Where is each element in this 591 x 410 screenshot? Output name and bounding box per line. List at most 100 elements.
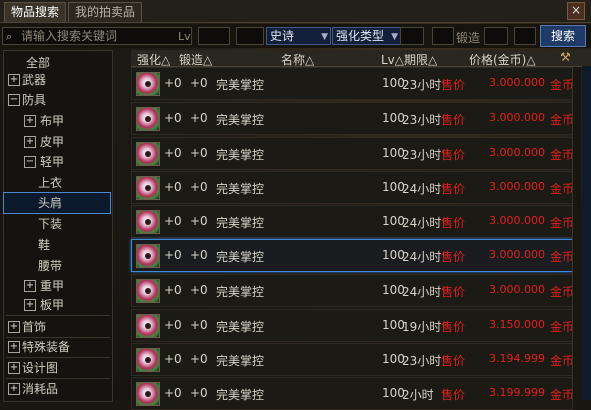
search-bar: ⌕ 请输入搜索关键词 Lv 史诗 ▼ 强化类型 ▼ 锻造 搜索 bbox=[0, 24, 591, 48]
search-placeholder: 请输入搜索关键词 bbox=[21, 29, 118, 43]
category-label: 板甲 bbox=[40, 298, 65, 312]
enhance-min-input[interactable] bbox=[400, 27, 424, 45]
price-label: 售价 bbox=[441, 78, 466, 92]
expand-icon[interactable]: + bbox=[24, 280, 36, 292]
item-name: 完美掌控 bbox=[216, 320, 265, 334]
expand-icon[interactable]: + bbox=[8, 74, 20, 86]
item-shoulder-icon bbox=[136, 348, 160, 372]
search-button[interactable]: 搜索 bbox=[540, 25, 586, 47]
category-light-armor[interactable]: − 轻甲 bbox=[4, 152, 110, 172]
expand-icon[interactable]: + bbox=[24, 115, 36, 127]
table-row[interactable]: +0 +0 完美掌控 100 23小时 售价 3.000.000 金币 bbox=[131, 137, 574, 170]
tab-bar: 物品搜索 我的拍卖品 × bbox=[0, 0, 591, 23]
expand-icon[interactable]: + bbox=[8, 362, 20, 374]
item-name: 完美掌控 bbox=[216, 388, 265, 402]
table-row[interactable]: +0 +0 完美掌控 100 19小时 售价 3.150.000 金币 bbox=[131, 309, 575, 342]
category-special[interactable]: + 特殊装备 bbox=[4, 337, 110, 357]
enhance-max-input[interactable] bbox=[432, 27, 454, 45]
category-leather[interactable]: + 皮甲 bbox=[4, 132, 110, 152]
category-label: 皮甲 bbox=[40, 135, 65, 149]
category-label: 鞋 bbox=[38, 238, 51, 252]
forge-label: 锻造 bbox=[456, 31, 481, 45]
time-remaining: 24小时 bbox=[402, 250, 442, 264]
expand-icon[interactable]: + bbox=[8, 341, 20, 353]
price-value: 3.000.000 bbox=[489, 248, 545, 261]
item-name: 完美掌控 bbox=[216, 148, 265, 162]
category-label: 轻甲 bbox=[40, 155, 65, 169]
forge-value: +0 bbox=[190, 386, 208, 400]
sort-forge-header[interactable]: 锻造△ bbox=[179, 51, 212, 68]
table-row[interactable]: +0 +0 完美掌控 100 23小时 售价 3.194.999 金币 bbox=[131, 343, 574, 376]
rarity-value: 史诗 bbox=[270, 29, 295, 43]
sort-enhance-header[interactable]: 强化△ bbox=[137, 51, 170, 68]
category-heavy-armor[interactable]: + 重甲 bbox=[4, 276, 110, 296]
item-shoulder-icon bbox=[136, 142, 160, 166]
item-shoulder-icon bbox=[136, 279, 160, 303]
price-value: 3.199.999 bbox=[489, 386, 545, 399]
enhance-value: +0 bbox=[164, 146, 182, 160]
sort-name-header[interactable]: 名称△ bbox=[281, 51, 314, 68]
collapse-icon[interactable]: − bbox=[24, 156, 36, 168]
price-value: 3.000.000 bbox=[489, 283, 545, 296]
forge-max-input[interactable] bbox=[514, 27, 536, 45]
category-label: 首饰 bbox=[22, 320, 47, 334]
expand-icon[interactable]: + bbox=[8, 321, 20, 333]
category-shoes[interactable]: 鞋 bbox=[4, 235, 110, 255]
table-row[interactable]: +0 +0 完美掌控 100 24小时 售价 3.000.000 金币 bbox=[131, 274, 575, 307]
forge-value: +0 bbox=[190, 283, 208, 297]
table-row[interactable]: +0 +0 完美掌控 100 24小时 售价 3.000.000 金币 bbox=[131, 171, 574, 204]
search-input[interactable]: ⌕ 请输入搜索关键词 bbox=[2, 27, 192, 45]
collapse-icon[interactable]: − bbox=[8, 94, 20, 106]
results-table-header: 强化△ 锻造△ 名称△ Lv△期限△ 价格(金币)△ ⚒ bbox=[131, 50, 591, 67]
forge-value: +0 bbox=[190, 318, 208, 332]
category-plate[interactable]: + 板甲 bbox=[4, 295, 110, 315]
category-pants[interactable]: 下装 bbox=[4, 214, 110, 234]
enhance-value: +0 bbox=[164, 214, 182, 228]
forge-min-input[interactable] bbox=[484, 27, 508, 45]
rarity-select[interactable]: 史诗 ▼ bbox=[266, 27, 331, 45]
table-row[interactable]: +0 +0 完美掌控 100 2小时 售价 3.199.999 金币 bbox=[131, 377, 574, 410]
category-cloth[interactable]: + 布甲 bbox=[4, 111, 110, 131]
category-shoulder-selected[interactable]: 头肩 bbox=[3, 192, 111, 214]
category-consumable[interactable]: + 消耗品 bbox=[4, 379, 110, 399]
item-name: 完美掌控 bbox=[216, 182, 265, 196]
scrollbar[interactable] bbox=[572, 67, 581, 400]
category-blueprint[interactable]: + 设计图 bbox=[4, 358, 110, 378]
table-row[interactable]: +0 +0 完美掌控 100 23小时 售价 3.000.000 金币 bbox=[131, 102, 574, 135]
expand-icon[interactable]: + bbox=[24, 136, 36, 148]
enhance-value: +0 bbox=[164, 111, 182, 125]
level-min-input[interactable] bbox=[198, 27, 230, 45]
item-shoulder-icon bbox=[136, 176, 160, 200]
currency-unit: 金币 bbox=[550, 250, 575, 264]
forge-type-select[interactable]: 强化类型 ▼ bbox=[332, 27, 401, 45]
search-icon: ⌕ bbox=[6, 30, 13, 43]
category-armor[interactable]: − 防具 bbox=[4, 90, 110, 110]
tab-item-search[interactable]: 物品搜索 bbox=[4, 2, 67, 22]
category-top[interactable]: 上衣 bbox=[4, 173, 110, 193]
level-max-input[interactable] bbox=[236, 27, 264, 45]
table-row[interactable]: +0 +0 完美掌控 100 24小时 售价 3.000.000 金币 bbox=[131, 205, 574, 238]
category-belt[interactable]: 腰带 bbox=[4, 256, 110, 276]
category-tree: 全部 + 武器 − 防具 + 布甲 + 皮甲 − 轻甲 上衣 头肩 下装 鞋 腰… bbox=[3, 50, 113, 402]
forge-value: +0 bbox=[190, 214, 208, 228]
sort-lv-time-header[interactable]: Lv△期限△ bbox=[381, 51, 437, 68]
category-label: 特殊装备 bbox=[22, 340, 71, 354]
close-button[interactable]: × bbox=[567, 2, 585, 20]
category-label: 消耗品 bbox=[22, 382, 59, 396]
table-row[interactable]: +0 +0 完美掌控 100 23小时 售价 3.000.000 金币 bbox=[131, 67, 574, 100]
time-remaining: 23小时 bbox=[402, 148, 442, 162]
time-remaining: 23小时 bbox=[402, 78, 442, 92]
sort-price-header[interactable]: 价格(金币)△ bbox=[469, 51, 536, 68]
chevron-down-icon: ▼ bbox=[391, 32, 398, 42]
category-weapon[interactable]: + 武器 bbox=[4, 70, 110, 90]
currency-unit: 金币 bbox=[550, 320, 575, 334]
category-accessory[interactable]: + 首饰 bbox=[4, 317, 110, 337]
currency-unit: 金币 bbox=[550, 285, 575, 299]
tab-my-auctions[interactable]: 我的拍卖品 bbox=[68, 2, 143, 22]
hammer-icon: ⚒ bbox=[560, 50, 571, 64]
expand-icon[interactable]: + bbox=[8, 383, 20, 395]
expand-icon[interactable]: + bbox=[24, 299, 36, 311]
table-row[interactable]: +0 +0 完美掌控 100 24小时 售价 3.000.000 金币 bbox=[131, 239, 575, 272]
forge-value: +0 bbox=[190, 76, 208, 90]
item-shoulder-icon bbox=[136, 244, 160, 268]
